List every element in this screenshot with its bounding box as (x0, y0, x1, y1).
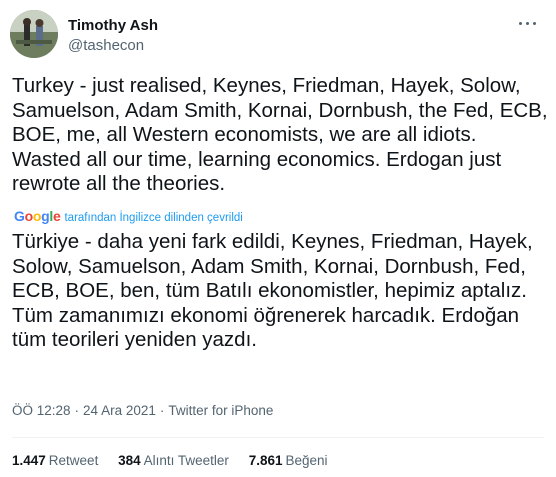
likes-stat[interactable]: 7.861 Beğeni (249, 453, 328, 468)
avatar[interactable] (10, 10, 58, 58)
translation-attribution[interactable]: Google tarafından İngilizce dilinden çevr… (14, 207, 243, 225)
google-letter: o (24, 208, 34, 224)
google-logo: Google (14, 208, 61, 224)
likes-count: 7.861 (248, 453, 283, 468)
quotes-label: Alıntı Tweetler (143, 453, 229, 468)
tweet-header: Timothy Ash @tashecon (10, 10, 546, 58)
author-display-name[interactable]: Timothy Ash (68, 16, 158, 36)
meta-separator: · (159, 403, 165, 418)
quotes-count: 384 (118, 453, 141, 468)
google-letter: G (14, 208, 25, 224)
tweet-time[interactable]: ÖÖ 12:28 (12, 403, 71, 418)
more-horizontal-icon[interactable] (516, 14, 540, 34)
author-handle[interactable]: @tashecon (68, 36, 158, 56)
tweet-date[interactable]: 24 Ara 2021 (83, 403, 156, 418)
retweets-count: 1.447 (12, 453, 46, 468)
retweets-stat[interactable]: 1.447 Retweet (12, 453, 98, 468)
avatar-photo (10, 10, 58, 58)
google-letter: o (32, 208, 42, 224)
quotes-stat[interactable]: 384 Alıntı Tweetler (118, 453, 229, 468)
google-letter: e (52, 208, 61, 224)
translation-note[interactable]: tarafından İngilizce dilinden çevrildi (64, 212, 242, 224)
meta-separator: · (74, 403, 80, 418)
tweet-source[interactable]: Twitter for iPhone (168, 403, 273, 418)
retweets-label: Retweet (48, 453, 99, 468)
tweet-text: Turkey - just realised, Keynes, Friedman… (12, 74, 548, 195)
tweet-meta: ÖÖ 12:28 · 24 Ara 2021 · Twitter for iPhone (12, 402, 273, 420)
tweet-stats: 1.447 Retweet 384 Alıntı Tweetler 7.861 Beğ… (12, 452, 344, 470)
translated-text: Türkiye - daha yeni fark edildi, Keynes,… (12, 230, 533, 351)
tweet-card: Timothy Ash @tashecon Turkey - just real… (0, 0, 556, 477)
divider (12, 437, 544, 438)
likes-label: Beğeni (285, 453, 328, 468)
author-names: Timothy Ash @tashecon (68, 16, 158, 56)
